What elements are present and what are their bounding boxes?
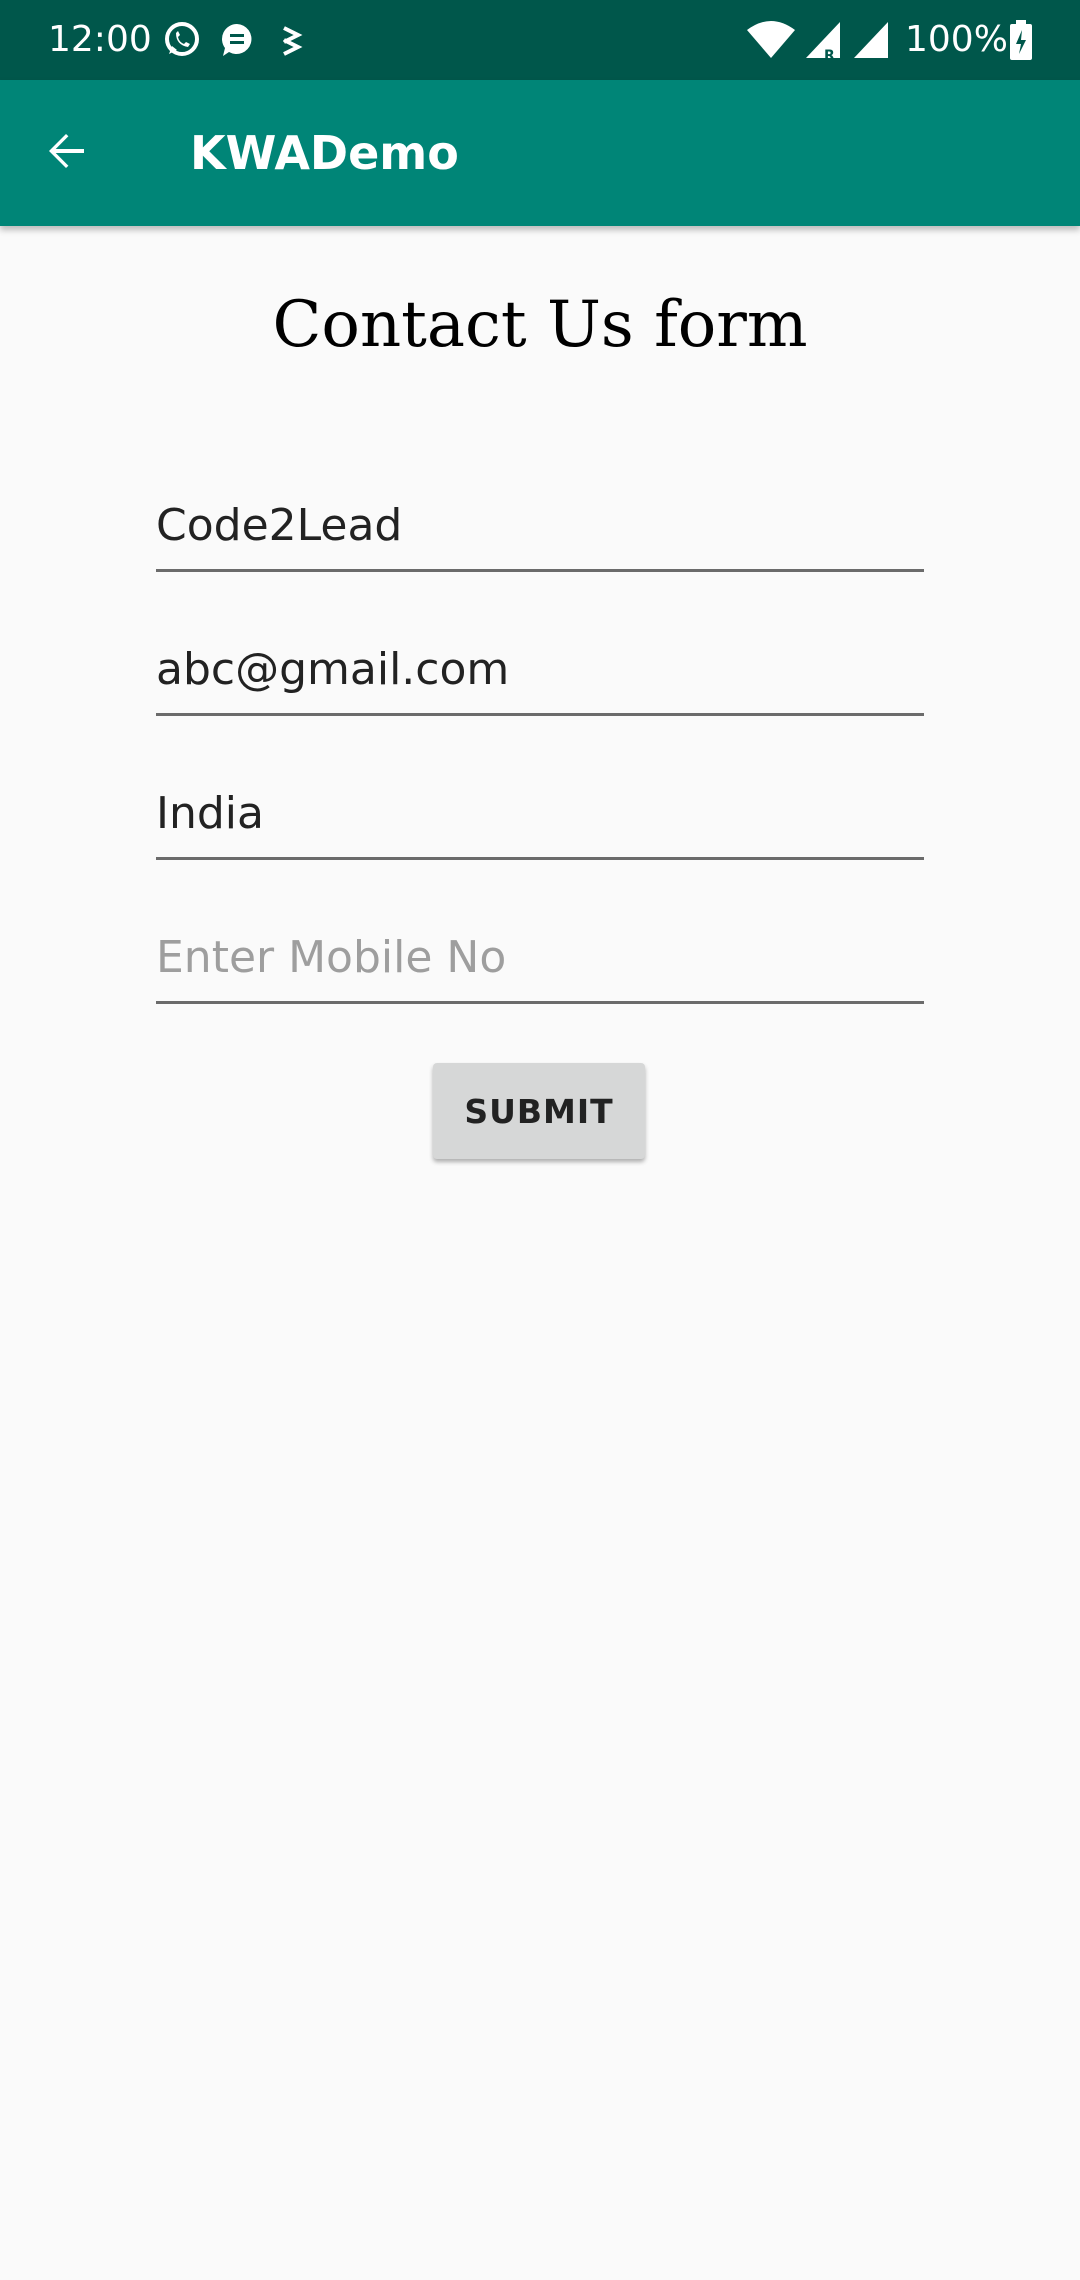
app-title: KWADemo [190,126,459,180]
battery-charging-icon [1008,18,1034,62]
status-time: 12:00 [48,19,152,60]
whatsapp-icon [160,18,204,62]
arrow-back-icon [42,127,90,179]
screen: 12:00 R 100% KWADemo Contact Us form Cod… [0,0,1080,2280]
signal-icon [850,18,894,62]
app-bar: KWADemo [0,80,1080,226]
back-button[interactable] [30,117,102,189]
svg-text:R: R [824,48,835,62]
notification-icon [270,18,314,62]
wifi-icon [745,18,797,62]
country-field[interactable] [156,770,924,860]
form-title: Contact Us form [272,288,808,362]
name-field[interactable] [156,482,924,572]
email-field[interactable] [156,626,924,716]
mobile-field[interactable] [156,914,924,1004]
signal-roaming-icon: R [802,18,846,64]
submit-button[interactable]: SUBMIT [433,1063,645,1159]
chat-icon [215,18,259,62]
battery-percent: 100% [905,19,1008,60]
status-bar: 12:00 R 100% [0,0,1080,80]
